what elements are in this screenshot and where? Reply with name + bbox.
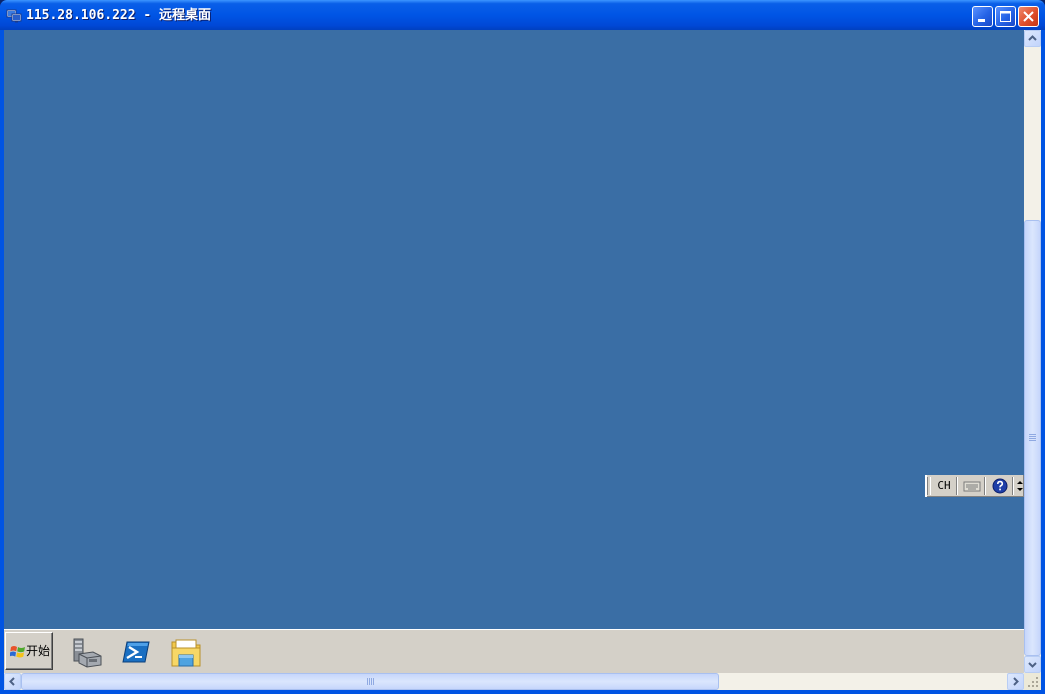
thumb-grip (373, 678, 374, 685)
scroll-up-button[interactable] (1024, 30, 1041, 47)
minimize-button[interactable] (972, 6, 993, 27)
help-icon (992, 478, 1008, 494)
language-bar[interactable]: CH (925, 475, 1025, 497)
scroll-right-button[interactable] (1007, 673, 1024, 690)
title-bar[interactable]: 115.28.106.222 - 远程桌面 (0, 0, 1045, 30)
maximize-button[interactable] (995, 6, 1016, 27)
vertical-scroll-thumb[interactable] (1024, 220, 1041, 656)
remote-desktop-window: 115.28.106.222 - 远程桌面 CH 开始 (0, 0, 1045, 694)
start-label: 开始 (26, 644, 51, 658)
keyboard-icon (963, 481, 981, 492)
vertical-scrollbar[interactable] (1024, 30, 1041, 673)
chevron-right-icon (1013, 677, 1019, 686)
file-explorer-button[interactable] (170, 636, 202, 668)
thumb-grip (1029, 438, 1036, 439)
keyboard-button[interactable] (957, 477, 985, 495)
powershell-icon (122, 641, 150, 663)
window-title: 115.28.106.222 - 远程桌面 (26, 8, 212, 23)
help-button[interactable] (985, 477, 1013, 495)
thumb-grip (371, 678, 372, 685)
scroll-left-button[interactable] (4, 673, 21, 690)
resize-grip-icon (1028, 677, 1038, 687)
server-manager-icon (73, 638, 102, 668)
scroll-down-button[interactable] (1024, 656, 1041, 673)
language-code: CH (937, 479, 951, 492)
maximize-icon (1000, 11, 1011, 22)
windows-logo-icon (10, 646, 25, 658)
remote-session-area: CH 开始 (4, 30, 1041, 690)
thumb-grip (1029, 436, 1036, 437)
chevron-up-icon (1028, 35, 1037, 41)
server-manager-button[interactable] (71, 636, 103, 668)
horizontal-scroll-thumb[interactable] (21, 673, 719, 690)
language-indicator[interactable]: CH (930, 477, 957, 495)
remote-desktop-icon[interactable] (6, 7, 22, 23)
thumb-grip (367, 678, 368, 685)
taskbar: 开始 (4, 629, 1024, 673)
minimize-icon (978, 19, 985, 22)
start-button[interactable]: 开始 (5, 632, 53, 670)
thumb-grip (369, 678, 370, 685)
powershell-button[interactable] (120, 636, 152, 668)
resize-grip[interactable] (1024, 673, 1041, 690)
thumb-grip (1029, 434, 1036, 435)
horizontal-scrollbar[interactable] (4, 673, 1024, 690)
file-explorer-icon (171, 639, 201, 667)
chevron-down-icon (1028, 662, 1037, 668)
remote-desktop[interactable]: CH (4, 30, 1025, 629)
close-button[interactable] (1018, 6, 1039, 27)
chevron-left-icon (9, 677, 15, 686)
thumb-grip (1029, 440, 1036, 441)
close-icon (1023, 11, 1034, 22)
